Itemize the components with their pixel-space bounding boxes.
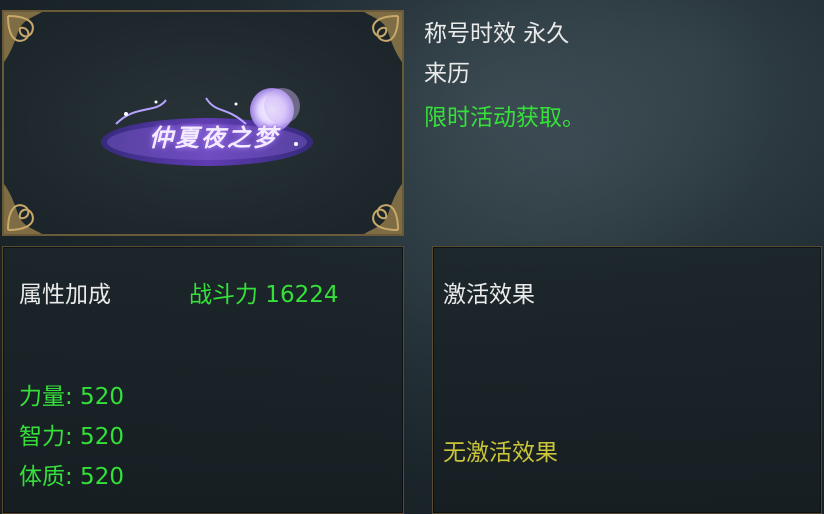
title-emblem-text: 仲夏夜之梦 (149, 123, 279, 152)
ornate-corner-icon (364, 12, 402, 62)
ornate-corner-icon (4, 184, 42, 234)
attributes-title: 属性加成 (19, 282, 111, 308)
attributes-panel: 属性加成 战斗力 16224 力量: 520 智力: 520 体质: 520 (2, 246, 404, 514)
effect-value: 无激活效果 (443, 440, 558, 466)
ornate-corner-icon (4, 12, 42, 62)
stat-constitution: 体质: 520 (19, 464, 124, 490)
title-preview-card: 仲夏夜之梦 (2, 10, 404, 236)
stat-strength: 力量: 520 (19, 384, 124, 410)
ornate-corner-icon (364, 184, 402, 234)
title-emblem: 仲夏夜之梦 (96, 84, 318, 176)
source-value: 限时活动获取。 (424, 105, 585, 131)
title-duration: 称号时效 永久 (424, 21, 570, 47)
effect-title: 激活效果 (443, 282, 535, 308)
stat-intelligence: 智力: 520 (19, 424, 124, 450)
source-label: 来历 (424, 61, 470, 87)
combat-power: 战斗力 16224 (189, 282, 339, 308)
activation-effect-panel: 激活效果 无激活效果 (432, 246, 822, 514)
